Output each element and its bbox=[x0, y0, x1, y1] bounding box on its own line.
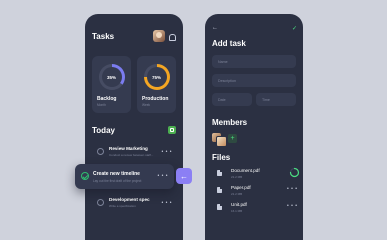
task-done-checkbox[interactable] bbox=[81, 172, 89, 180]
upload-progress-icon bbox=[289, 167, 300, 178]
add-task-title: Add task bbox=[212, 39, 246, 48]
add-member-button[interactable]: + bbox=[228, 134, 237, 143]
members-title: Members bbox=[212, 118, 248, 127]
description-input[interactable]: Description bbox=[212, 74, 296, 87]
production-progress-ring: 75% bbox=[143, 64, 170, 90]
more-icon[interactable]: • • • bbox=[287, 203, 298, 209]
file-icon bbox=[217, 170, 222, 176]
time-input[interactable]: Time bbox=[256, 93, 296, 106]
more-icon[interactable]: • • • bbox=[161, 200, 172, 206]
user-avatar[interactable] bbox=[153, 30, 165, 42]
time-placeholder: Time bbox=[262, 97, 270, 102]
floating-task-card[interactable]: Create new timeline Lay out the first dr… bbox=[75, 164, 174, 189]
task-checkbox[interactable] bbox=[97, 199, 104, 206]
more-icon[interactable]: • • • bbox=[287, 186, 298, 192]
tasks-title: Tasks bbox=[92, 32, 115, 41]
member-avatar[interactable] bbox=[216, 136, 227, 147]
task-subtitle: Conduct a review between staff... bbox=[109, 153, 154, 157]
arrow-left-icon: ← bbox=[180, 171, 188, 181]
production-label: Production bbox=[142, 96, 169, 102]
backlog-percent: 35% bbox=[101, 67, 122, 87]
backlog-progress-ring: 35% bbox=[98, 64, 125, 90]
name-placeholder: Name bbox=[218, 59, 228, 64]
file-name[interactable]: Document.pdf bbox=[231, 168, 260, 173]
task-item[interactable]: Review Marketing Conduct a review betwee… bbox=[92, 143, 177, 161]
files-title: Files bbox=[212, 153, 231, 162]
task-item[interactable]: Development spec Write a specification •… bbox=[92, 194, 177, 212]
production-percent: 75% bbox=[146, 67, 167, 87]
calendar-icon[interactable] bbox=[168, 126, 176, 134]
back-action-button[interactable]: ← bbox=[176, 168, 192, 184]
backlog-label: Backlog bbox=[97, 96, 117, 102]
date-input[interactable]: Date bbox=[212, 93, 252, 106]
file-icon bbox=[217, 204, 222, 210]
file-name[interactable]: Unit.pdf bbox=[231, 202, 247, 207]
backlog-card[interactable]: 35% Backlog Month bbox=[92, 56, 131, 113]
file-name[interactable]: Paper.pdf bbox=[231, 185, 251, 190]
more-icon[interactable]: • • • bbox=[161, 149, 172, 155]
description-placeholder: Description bbox=[218, 78, 236, 83]
tasks-screen: Tasks 35% Backlog Month 75% Production W… bbox=[85, 14, 183, 240]
today-title: Today bbox=[92, 126, 115, 135]
name-input[interactable]: Name bbox=[212, 55, 296, 68]
bell-icon[interactable] bbox=[169, 34, 176, 41]
file-size: 16.1 MB bbox=[231, 209, 243, 213]
date-placeholder: Date bbox=[218, 97, 226, 102]
task-subtitle: Lay out the first draft of the project bbox=[93, 179, 142, 183]
more-icon[interactable]: • • • bbox=[157, 173, 168, 179]
task-subtitle: Write a specification bbox=[109, 204, 136, 208]
production-sub: Week bbox=[142, 103, 151, 107]
backlog-sub: Month bbox=[97, 103, 106, 107]
back-arrow-icon[interactable]: ← bbox=[212, 25, 218, 31]
confirm-check-icon[interactable]: ✓ bbox=[292, 25, 297, 32]
file-icon bbox=[217, 187, 222, 193]
task-title: Review Marketing bbox=[109, 146, 148, 151]
file-size: 21.2 MB bbox=[231, 175, 243, 179]
task-title: Development spec bbox=[109, 197, 150, 202]
plus-icon: + bbox=[230, 135, 235, 142]
task-title: Create new timeline bbox=[93, 171, 140, 177]
add-task-screen: ← ✓ Add task Name Description Date Time … bbox=[205, 14, 303, 240]
task-checkbox[interactable] bbox=[97, 148, 104, 155]
file-size: 21.2 MB bbox=[231, 192, 243, 196]
production-card[interactable]: 75% Production Week bbox=[137, 56, 176, 113]
